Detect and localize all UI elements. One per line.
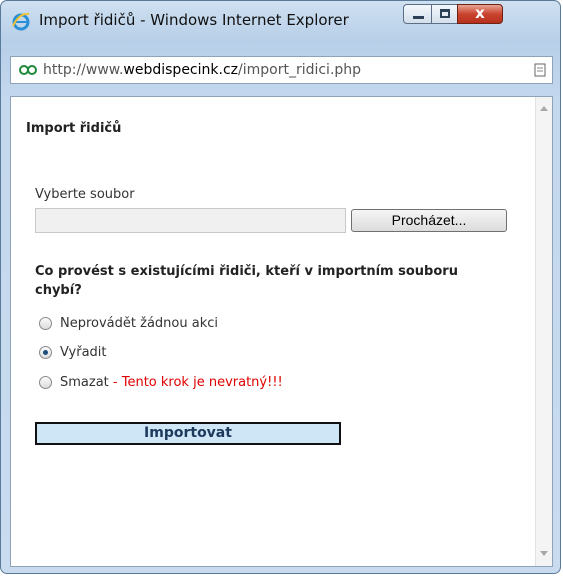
title-bar[interactable]: Import řidičů - Windows Internet Explore… — [1, 1, 560, 41]
site-icon — [19, 65, 37, 75]
browse-button[interactable]: Procházet... — [351, 209, 507, 232]
option-discard-label: Vyřadit — [60, 345, 107, 360]
option-label-text: Neprovádět žádnou akci — [60, 316, 218, 331]
maximize-icon — [440, 9, 450, 18]
maximize-button[interactable] — [431, 4, 458, 24]
url-host: webdispecink.cz — [123, 62, 238, 78]
page-status-icon[interactable] — [534, 63, 546, 77]
scroll-down-arrow-icon[interactable] — [540, 551, 548, 556]
file-label: Vyberte soubor — [35, 187, 135, 202]
address-bar[interactable]: http://www.webdispecink.cz/import_ridici… — [10, 56, 553, 84]
internet-explorer-icon — [12, 12, 30, 31]
missing-drivers-question: Co provést s existujícími řidiči, kteří … — [35, 264, 458, 298]
option-label-text: Smazat — [60, 375, 109, 390]
option-label-text: Vyřadit — [60, 345, 107, 360]
import-button[interactable]: Importovat — [35, 422, 341, 445]
page-heading: Import řidičů — [26, 121, 122, 136]
irreversible-warning: - Tento krok je nevratný!!! — [108, 375, 283, 390]
radio-no-action[interactable] — [39, 317, 52, 330]
url-path: /import_ridici.php — [238, 62, 362, 78]
url-prefix: http://www. — [43, 62, 124, 78]
window-title: Import řidičů - Windows Internet Explore… — [39, 11, 349, 29]
radio-delete[interactable] — [39, 376, 52, 389]
close-button[interactable]: x — [457, 4, 503, 24]
option-no-action-label: Neprovádět žádnou akci — [60, 316, 218, 331]
minimize-icon — [413, 16, 424, 19]
address-url: http://www.webdispecink.cz/import_ridici… — [43, 62, 361, 78]
file-path-input[interactable] — [35, 208, 346, 233]
scroll-up-arrow-icon[interactable] — [540, 106, 548, 111]
close-icon: x — [475, 4, 485, 22]
vertical-scrollbar[interactable] — [535, 97, 552, 566]
minimize-button[interactable] — [403, 4, 432, 24]
page-content — [10, 96, 553, 567]
radio-discard[interactable] — [39, 346, 52, 359]
option-delete-label: Smazat - Tento krok je nevratný!!! — [60, 375, 283, 390]
